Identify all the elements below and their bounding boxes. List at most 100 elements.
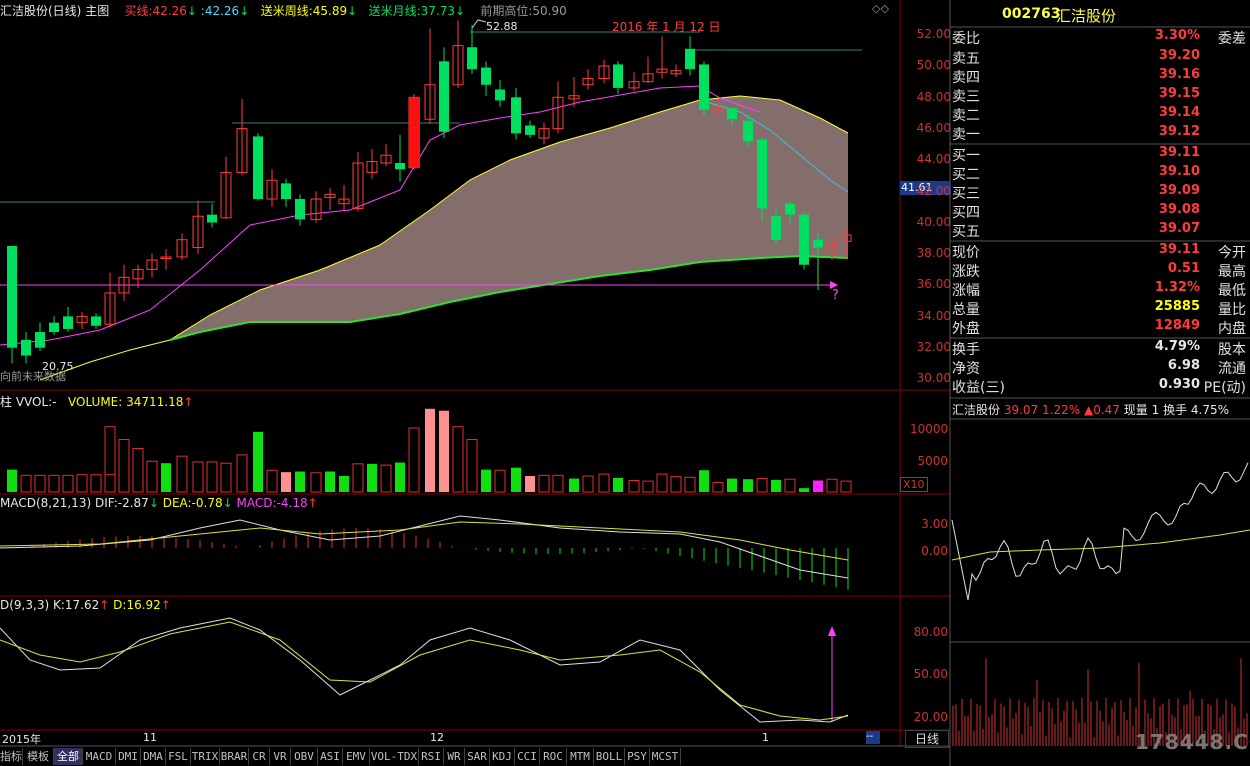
price-tick: 36.00 bbox=[916, 277, 951, 292]
k-line bbox=[0, 617, 849, 723]
tab-kdj[interactable]: KDJ bbox=[490, 748, 515, 765]
tab-mcst[interactable]: MCST bbox=[650, 748, 681, 765]
volume-bar bbox=[840, 480, 852, 493]
chart-mode: 主图 bbox=[85, 4, 110, 18]
quote-stat-row: 涨幅 1.32% 最低 bbox=[952, 280, 1250, 299]
tab-dmi[interactable]: DMI bbox=[116, 748, 141, 765]
commission-ratio-label: 委比 bbox=[952, 31, 980, 47]
tab-模板[interactable]: 模板 bbox=[23, 748, 54, 765]
candle-body bbox=[813, 239, 823, 248]
date-label: 11 bbox=[143, 731, 157, 744]
tab-roc[interactable]: ROC bbox=[540, 748, 567, 765]
volume-bar bbox=[104, 474, 116, 493]
candle-body bbox=[771, 216, 781, 240]
quote-stat-row: 现价 39.11 今开 bbox=[952, 242, 1250, 261]
tab-mtm[interactable]: MTM bbox=[567, 748, 594, 765]
tab-psy[interactable]: PSY bbox=[625, 748, 650, 765]
volume-value: 34711.18 bbox=[126, 395, 184, 409]
volume-bar bbox=[380, 464, 392, 493]
candle-body bbox=[743, 120, 753, 142]
sell-level-value: 39.12 bbox=[1158, 124, 1200, 139]
candle-body bbox=[439, 61, 449, 132]
buy-level-label: 买一 bbox=[952, 148, 980, 164]
candle-body bbox=[685, 48, 695, 70]
date-label: 12 bbox=[430, 731, 444, 744]
ticker-vol-value: 1 bbox=[1151, 403, 1160, 417]
intraday-price-line bbox=[951, 462, 1249, 601]
tab-asi[interactable]: ASI bbox=[318, 748, 343, 765]
sell-level-row: 卖四 39.16 bbox=[952, 67, 1250, 86]
tab-全部[interactable]: 全部 bbox=[54, 748, 83, 765]
ticker-name: 汇洁股份 bbox=[952, 403, 1001, 417]
scroll-marker[interactable]: -- bbox=[866, 731, 880, 744]
volume-bar bbox=[408, 427, 420, 493]
buy-level-row: 买二 39.10 bbox=[952, 164, 1250, 183]
tab-vol-tdx[interactable]: VOL-TDX bbox=[370, 748, 419, 765]
buy-level-label: 买四 bbox=[952, 205, 980, 221]
quote-stat-label2: 内盘 bbox=[1218, 321, 1246, 337]
date-annotation: 2016 年 1 月 12 日 bbox=[612, 20, 721, 34]
tab-emv[interactable]: EMV bbox=[343, 748, 370, 765]
ticker-vol-label: 现量 bbox=[1123, 403, 1148, 417]
tab-trix[interactable]: TRIX bbox=[191, 748, 220, 765]
quote-stat-value: 1.32% bbox=[1154, 280, 1200, 295]
ticker-change: 0.47 bbox=[1093, 403, 1120, 417]
buy-line-value: 42.26 bbox=[152, 4, 187, 18]
tab-brar[interactable]: BRAR bbox=[220, 748, 249, 765]
tab-macd[interactable]: MACD bbox=[83, 748, 116, 765]
candle-body bbox=[799, 214, 809, 265]
tab-cci[interactable]: CCI bbox=[515, 748, 540, 765]
sell-level-label: 卖五 bbox=[952, 51, 980, 67]
monthly-line-label: 送米月线: bbox=[368, 4, 421, 18]
kdj-tick: 50.00 bbox=[913, 667, 948, 681]
kdj-tick: 80.00 bbox=[913, 625, 948, 639]
tab-vr[interactable]: VR bbox=[270, 748, 291, 765]
volume-bar bbox=[281, 472, 291, 492]
volume-bar bbox=[253, 431, 263, 492]
tab-boll[interactable]: BOLL bbox=[594, 748, 625, 765]
quote-stat-row: 总量 25885 量比 bbox=[952, 299, 1250, 318]
tab-obv[interactable]: OBV bbox=[291, 748, 318, 765]
macd-value: -4.18 bbox=[276, 496, 308, 510]
buy-line-label: 买线: bbox=[124, 4, 153, 18]
volume-bar bbox=[104, 426, 116, 493]
sell-level-value: 39.16 bbox=[1158, 67, 1200, 82]
kdj-name: D(9,3,3) bbox=[0, 598, 50, 612]
buy-level-label: 买五 bbox=[952, 224, 980, 240]
peak-label: 52.88 bbox=[486, 20, 518, 33]
tab-sar[interactable]: SAR bbox=[465, 748, 490, 765]
volume-bar bbox=[339, 476, 349, 492]
volume-bar bbox=[352, 463, 364, 493]
sell-line-value: 42.26 bbox=[204, 4, 240, 18]
buy-level-label: 买二 bbox=[952, 167, 980, 183]
volume-bar bbox=[598, 473, 610, 493]
volume-bar bbox=[684, 476, 696, 493]
tab-cr[interactable]: CR bbox=[249, 748, 270, 765]
buy-level-value: 39.10 bbox=[1158, 164, 1200, 179]
candle-body bbox=[63, 316, 73, 329]
candle-body bbox=[467, 47, 477, 70]
finance-stat-value: 6.98 bbox=[1167, 358, 1200, 373]
tab-daily[interactable]: 日线 bbox=[905, 730, 949, 748]
tab-rsi[interactable]: RSI bbox=[419, 748, 444, 765]
tab-dma[interactable]: DMA bbox=[141, 748, 166, 765]
volume-bar bbox=[813, 480, 823, 492]
finance-stat-value: 4.79% bbox=[1154, 339, 1200, 354]
finance-stat-row: 收益(三) 0.930 PE(动) bbox=[952, 377, 1250, 396]
diamond-icon[interactable]: ◇◇ bbox=[872, 2, 889, 15]
tab-指标[interactable]: 指标 bbox=[0, 748, 23, 765]
tab-fsl[interactable]: FSL bbox=[166, 748, 191, 765]
volume-bar bbox=[613, 477, 623, 492]
candle-body bbox=[35, 332, 45, 348]
candle-body bbox=[785, 203, 795, 215]
tab-wr[interactable]: WR bbox=[444, 748, 465, 765]
price-tick: 32.00 bbox=[916, 340, 951, 354]
finance-stat-label: 净资 bbox=[952, 361, 980, 377]
ticker-turnover-value: 4.75% bbox=[1190, 403, 1230, 417]
date-label: 2015年 bbox=[2, 733, 41, 746]
question-mark: ? bbox=[832, 288, 839, 303]
volume-header: 柱 VVOL:- VOLUME: 34711.18↑ bbox=[0, 395, 194, 409]
volume-bar bbox=[48, 474, 60, 493]
d-line bbox=[0, 621, 849, 721]
sell-level-value: 39.14 bbox=[1158, 105, 1200, 120]
